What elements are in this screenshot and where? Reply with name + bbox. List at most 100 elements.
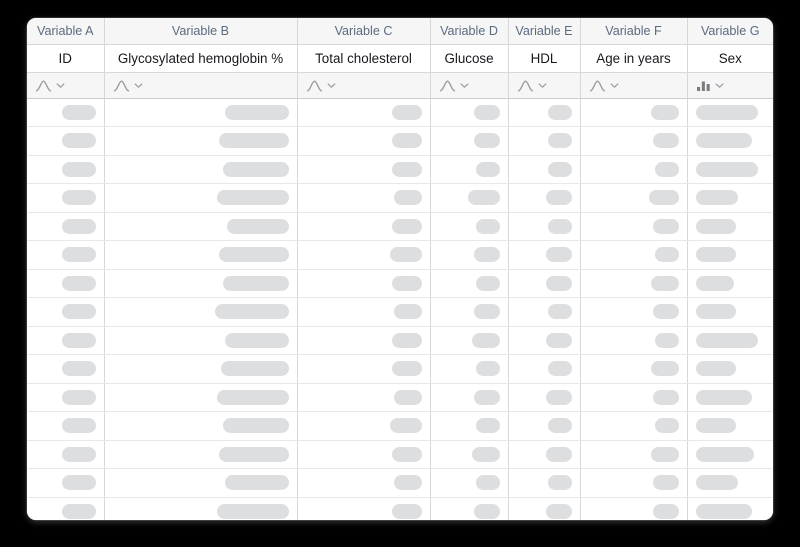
table-row[interactable] bbox=[27, 411, 773, 441]
table-cell[interactable] bbox=[687, 383, 773, 412]
variable-type-cell-f[interactable] bbox=[580, 72, 688, 99]
table-cell[interactable] bbox=[687, 326, 773, 355]
table-cell[interactable] bbox=[508, 183, 581, 213]
table-cell[interactable] bbox=[430, 240, 509, 270]
table-cell[interactable] bbox=[430, 183, 509, 213]
table-cell[interactable] bbox=[297, 297, 431, 327]
table-cell[interactable] bbox=[27, 383, 105, 412]
table-row[interactable] bbox=[27, 468, 773, 498]
variable-type-cell-d[interactable] bbox=[430, 72, 509, 99]
table-cell[interactable] bbox=[430, 468, 509, 498]
table-cell[interactable] bbox=[430, 440, 509, 469]
chevron-down-icon[interactable] bbox=[55, 80, 66, 91]
variable-type-control[interactable] bbox=[688, 73, 774, 98]
variable-type-cell-c[interactable] bbox=[297, 72, 431, 99]
table-cell[interactable] bbox=[27, 411, 105, 441]
table-row[interactable] bbox=[27, 440, 773, 469]
table-cell[interactable] bbox=[580, 497, 688, 520]
table-cell[interactable] bbox=[508, 98, 581, 127]
table-cell[interactable] bbox=[104, 383, 298, 412]
table-cell[interactable] bbox=[687, 269, 773, 298]
table-cell[interactable] bbox=[104, 326, 298, 355]
table-row[interactable] bbox=[27, 269, 773, 298]
table-row[interactable] bbox=[27, 98, 773, 127]
variable-slot-e[interactable]: Variable E bbox=[508, 18, 581, 45]
chevron-down-icon[interactable] bbox=[537, 80, 548, 91]
table-cell[interactable] bbox=[297, 212, 431, 241]
table-row[interactable] bbox=[27, 155, 773, 184]
table-cell[interactable] bbox=[430, 411, 509, 441]
table-cell[interactable] bbox=[430, 383, 509, 412]
table-cell[interactable] bbox=[297, 440, 431, 469]
table-cell[interactable] bbox=[297, 126, 431, 156]
variable-type-cell-e[interactable] bbox=[508, 72, 581, 99]
table-cell[interactable] bbox=[297, 269, 431, 298]
table-cell[interactable] bbox=[508, 354, 581, 384]
table-cell[interactable] bbox=[580, 440, 688, 469]
table-row[interactable] bbox=[27, 183, 773, 213]
table-row[interactable] bbox=[27, 126, 773, 156]
table-cell[interactable] bbox=[27, 468, 105, 498]
table-cell[interactable] bbox=[580, 240, 688, 270]
column-name-id[interactable]: ID bbox=[27, 44, 105, 73]
column-name-age-in-years[interactable]: Age in years bbox=[580, 44, 688, 73]
table-cell[interactable] bbox=[297, 497, 431, 520]
table-cell[interactable] bbox=[687, 440, 773, 469]
table-cell[interactable] bbox=[508, 326, 581, 355]
table-cell[interactable] bbox=[687, 411, 773, 441]
table-cell[interactable] bbox=[104, 297, 298, 327]
column-name-glycosylated-hemoglobin[interactable]: Glycosylated hemoglobin % bbox=[104, 44, 298, 73]
table-cell[interactable] bbox=[27, 183, 105, 213]
table-cell[interactable] bbox=[580, 383, 688, 412]
table-cell[interactable] bbox=[104, 468, 298, 498]
table-cell[interactable] bbox=[430, 155, 509, 184]
table-cell[interactable] bbox=[27, 269, 105, 298]
chevron-down-icon[interactable] bbox=[326, 80, 337, 91]
table-cell[interactable] bbox=[430, 126, 509, 156]
table-cell[interactable] bbox=[508, 269, 581, 298]
table-cell[interactable] bbox=[104, 497, 298, 520]
table-cell[interactable] bbox=[430, 269, 509, 298]
table-cell[interactable] bbox=[430, 497, 509, 520]
table-cell[interactable] bbox=[27, 354, 105, 384]
table-cell[interactable] bbox=[687, 240, 773, 270]
table-cell[interactable] bbox=[27, 326, 105, 355]
column-name-total-cholesterol[interactable]: Total cholesterol bbox=[297, 44, 431, 73]
table-row[interactable] bbox=[27, 354, 773, 384]
table-cell[interactable] bbox=[508, 497, 581, 520]
table-cell[interactable] bbox=[27, 155, 105, 184]
table-cell[interactable] bbox=[27, 212, 105, 241]
table-cell[interactable] bbox=[297, 98, 431, 127]
table-cell[interactable] bbox=[580, 297, 688, 327]
table-cell[interactable] bbox=[430, 297, 509, 327]
table-cell[interactable] bbox=[580, 183, 688, 213]
variable-type-cell-b[interactable] bbox=[104, 72, 298, 99]
table-cell[interactable] bbox=[104, 440, 298, 469]
table-cell[interactable] bbox=[104, 411, 298, 441]
table-cell[interactable] bbox=[104, 269, 298, 298]
table-cell[interactable] bbox=[27, 126, 105, 156]
table-cell[interactable] bbox=[430, 326, 509, 355]
table-cell[interactable] bbox=[297, 411, 431, 441]
table-cell[interactable] bbox=[508, 126, 581, 156]
table-row[interactable] bbox=[27, 383, 773, 412]
table-cell[interactable] bbox=[687, 155, 773, 184]
table-row[interactable] bbox=[27, 240, 773, 270]
table-cell[interactable] bbox=[580, 212, 688, 241]
column-name-hdl[interactable]: HDL bbox=[508, 44, 581, 73]
table-cell[interactable] bbox=[297, 155, 431, 184]
table-cell[interactable] bbox=[687, 354, 773, 384]
table-cell[interactable] bbox=[104, 354, 298, 384]
column-name-glucose[interactable]: Glucose bbox=[430, 44, 509, 73]
variable-type-control[interactable] bbox=[509, 73, 580, 98]
table-cell[interactable] bbox=[430, 354, 509, 384]
variable-type-control[interactable] bbox=[105, 73, 297, 98]
table-cell[interactable] bbox=[687, 468, 773, 498]
table-cell[interactable] bbox=[27, 297, 105, 327]
table-cell[interactable] bbox=[687, 497, 773, 520]
table-cell[interactable] bbox=[508, 155, 581, 184]
table-row[interactable] bbox=[27, 497, 773, 520]
table-cell[interactable] bbox=[580, 468, 688, 498]
table-cell[interactable] bbox=[27, 440, 105, 469]
variable-slot-c[interactable]: Variable C bbox=[297, 18, 431, 45]
